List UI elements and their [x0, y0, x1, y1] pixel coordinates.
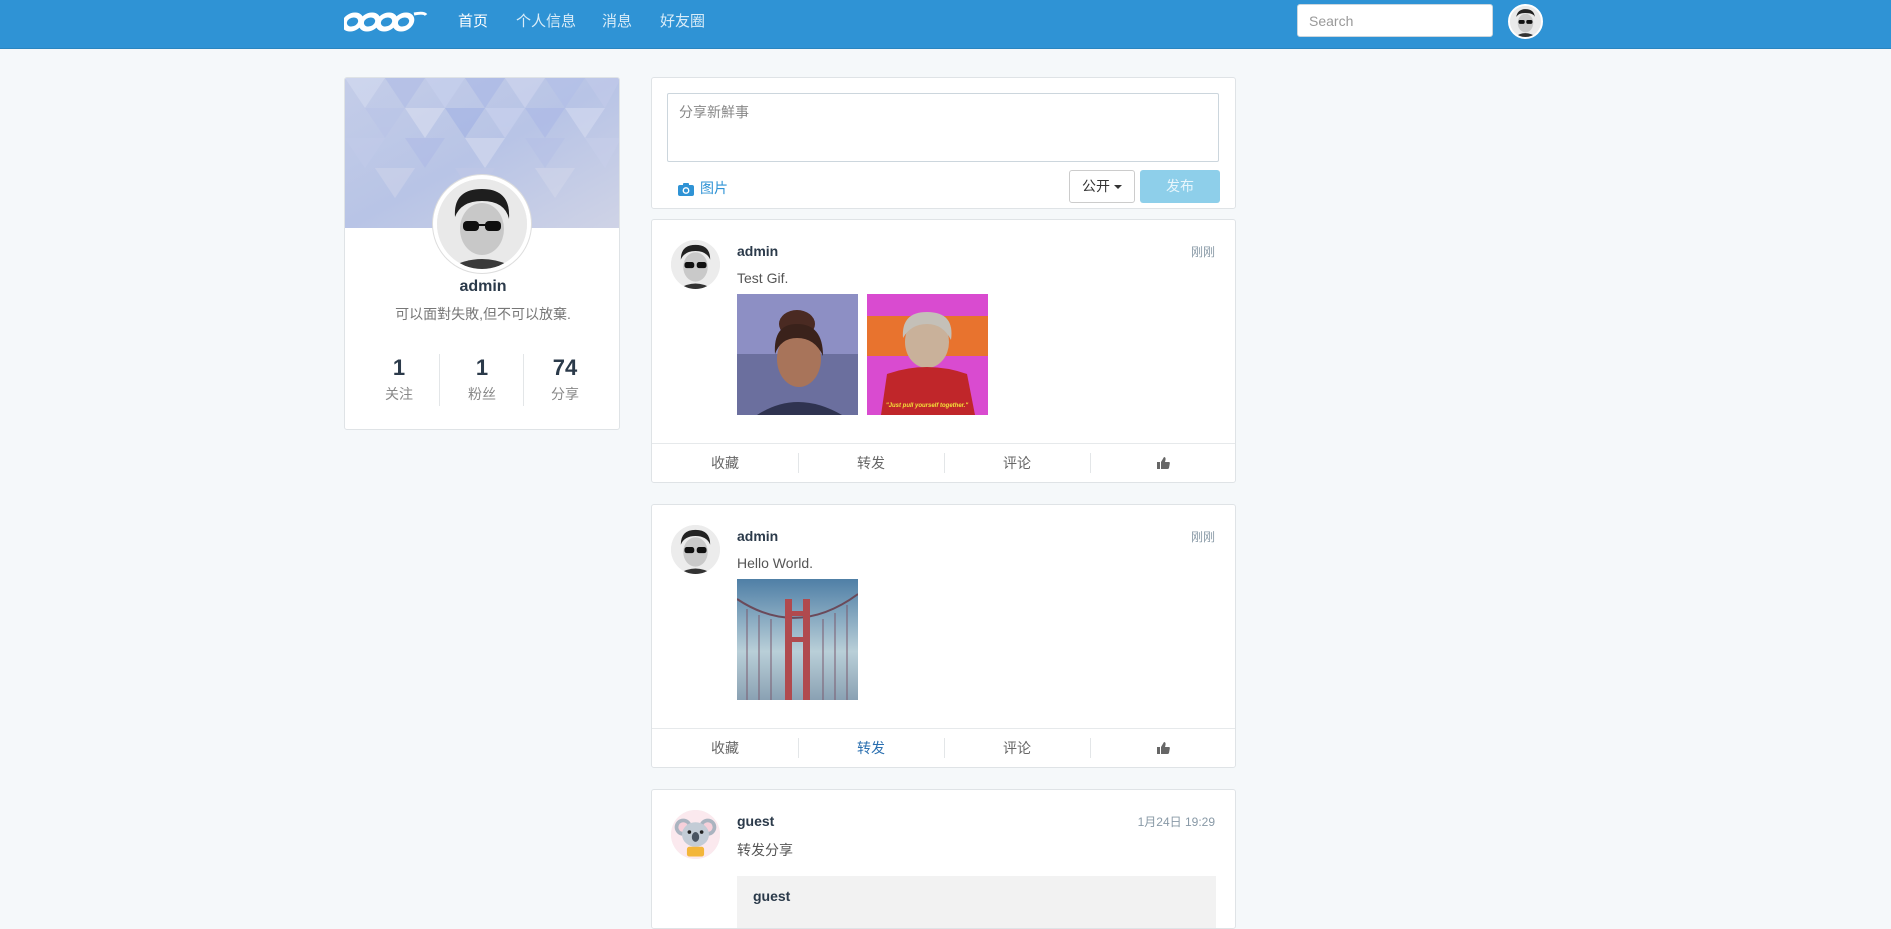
- publish-button[interactable]: 发布: [1140, 170, 1220, 203]
- post-author-avatar[interactable]: [671, 810, 720, 859]
- profile-name[interactable]: admin: [345, 278, 619, 296]
- post-text: Hello World.: [737, 555, 813, 571]
- visibility-label: 公开: [1082, 178, 1110, 194]
- post-actions: 收藏 转发 评论: [652, 728, 1235, 767]
- user-avatar[interactable]: [1508, 4, 1543, 39]
- camera-icon: [678, 183, 694, 196]
- favorite-button[interactable]: 收藏: [652, 444, 798, 482]
- post-image[interactable]: "Just pull yourself together.": [867, 294, 988, 415]
- stat-followers[interactable]: 1 粉丝: [440, 354, 524, 404]
- post-card: admin 刚刚 Test Gif. "Just pull yourself t…: [651, 219, 1236, 483]
- profile-bio: 可以面對失敗,但不可以放棄.: [395, 306, 571, 322]
- post-author-avatar[interactable]: [671, 240, 720, 289]
- post-card: guest 1月24日 19:29 转发分享 guest: [651, 789, 1236, 929]
- stat-shares[interactable]: 74 分享: [523, 354, 607, 404]
- avatar-photo: [1510, 6, 1541, 37]
- post-text: 转发分享: [737, 842, 793, 858]
- post-author[interactable]: guest: [737, 813, 774, 829]
- profile-photo: [437, 179, 527, 269]
- post-author[interactable]: admin: [737, 528, 778, 544]
- nav-friends[interactable]: 好友圈: [660, 12, 705, 32]
- gif-caption: "Just pull yourself together.": [886, 403, 969, 409]
- post-time: 刚刚: [1190, 245, 1215, 259]
- nav-messages[interactable]: 消息: [602, 12, 632, 32]
- like-button[interactable]: [1090, 444, 1235, 482]
- post-card: admin 刚刚 Hello World. 收藏 转发 评论: [651, 504, 1236, 768]
- profile-card: admin 可以面對失敗,但不可以放棄. 1 关注 1 粉丝 74 分享: [344, 77, 620, 430]
- post-image[interactable]: [737, 579, 858, 700]
- compose-box: 图片 公开 发布: [651, 77, 1236, 209]
- post-time: 刚刚: [1190, 530, 1215, 544]
- search-input[interactable]: [1297, 4, 1493, 37]
- post-author-avatar[interactable]: [671, 525, 720, 574]
- gif-image: "Just pull yourself together.": [867, 294, 988, 415]
- comment-button[interactable]: 评论: [944, 444, 1090, 482]
- post-actions: 收藏 转发 评论: [652, 443, 1235, 482]
- gif-image: [737, 294, 858, 415]
- add-photo-button[interactable]: 图片: [678, 178, 728, 198]
- like-button[interactable]: [1090, 729, 1235, 767]
- avatar-photo: [671, 240, 720, 289]
- stat-label: 粉丝: [468, 386, 496, 402]
- quoted-author[interactable]: guest: [753, 888, 790, 904]
- nav-home[interactable]: 首页: [458, 12, 488, 32]
- stat-following[interactable]: 1 关注: [357, 354, 441, 404]
- quoted-post[interactable]: guest: [737, 876, 1216, 928]
- top-navbar: 首页 个人信息 消息 好友圈: [0, 0, 1891, 49]
- stat-label: 分享: [551, 386, 579, 402]
- nav-profile[interactable]: 个人信息: [516, 12, 576, 32]
- compose-input[interactable]: [667, 93, 1219, 162]
- post-image[interactable]: [737, 294, 858, 415]
- repost-button[interactable]: 转发: [798, 444, 944, 482]
- thumbs-up-icon: [1156, 742, 1170, 754]
- comment-button[interactable]: 评论: [944, 729, 1090, 767]
- add-photo-label: 图片: [700, 180, 728, 196]
- stat-label: 关注: [385, 386, 413, 402]
- avatar-photo: [671, 525, 720, 574]
- visibility-dropdown[interactable]: 公开: [1069, 170, 1135, 203]
- post-author[interactable]: admin: [737, 243, 778, 259]
- stat-value: 1: [475, 355, 489, 380]
- caret-down-icon: [1114, 185, 1122, 189]
- favorite-button[interactable]: 收藏: [652, 729, 798, 767]
- bridge-image: [737, 579, 858, 700]
- post-text: Test Gif.: [737, 270, 789, 286]
- stat-value: 74: [552, 355, 578, 380]
- logo[interactable]: [344, 9, 428, 35]
- thumbs-up-icon: [1156, 457, 1170, 469]
- stat-value: 1: [392, 355, 406, 380]
- profile-avatar[interactable]: [433, 175, 531, 273]
- koala-avatar-icon: [671, 810, 720, 859]
- repost-button[interactable]: 转发: [798, 729, 944, 767]
- post-time: 1月24日 19:29: [1137, 815, 1215, 829]
